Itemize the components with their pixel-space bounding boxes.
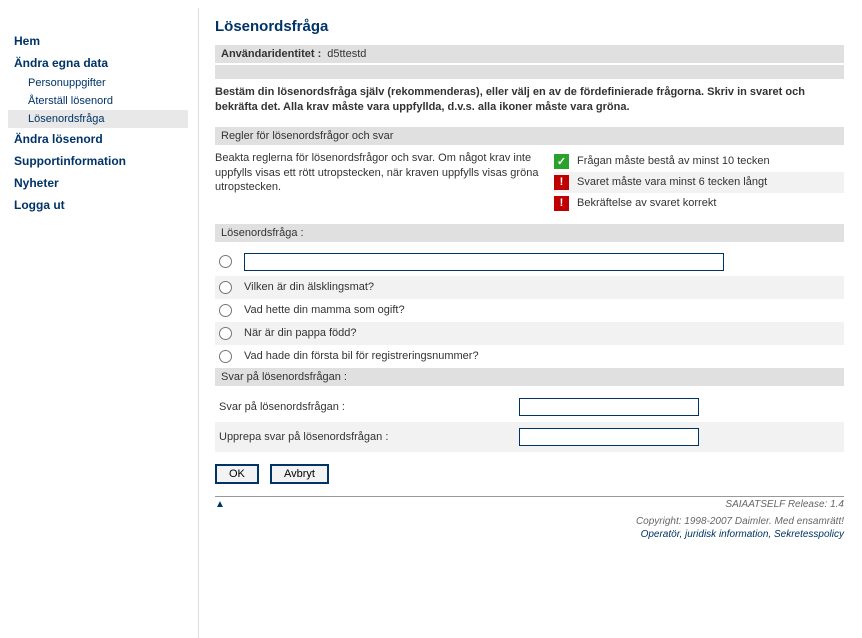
rules-description: Beakta reglerna för lösenordsfrågor och … xyxy=(215,151,540,214)
sidebar: Hem Ändra egna data Personuppgifter Åter… xyxy=(8,8,198,638)
nav-password-question[interactable]: Lösenordsfråga xyxy=(8,110,188,128)
nav-reset-password[interactable]: Återställ lösenord xyxy=(8,92,188,110)
nav-personal-info[interactable]: Personuppgifter xyxy=(8,74,188,92)
radio-label-2: När är din pappa född? xyxy=(244,327,357,339)
radio-label-0: Vilken är din älsklingsmat? xyxy=(244,281,374,293)
rule-text-1: Svaret måste vara minst 6 tecken långt xyxy=(577,176,767,188)
radio-option-2[interactable] xyxy=(219,327,232,340)
release-text: SAIAATSELF Release: 1.4 xyxy=(725,499,844,510)
footer-links[interactable]: Operatör, juridisk information, Sekretes… xyxy=(641,529,844,540)
rules-list: ✓ Frågan måste bestå av minst 10 tecken … xyxy=(554,151,844,214)
radio-custom[interactable] xyxy=(219,255,232,268)
instructions-text: Bestäm din lösenordsfråga själv (rekomme… xyxy=(215,85,844,115)
question-option-3: Vad hade din första bil för registrering… xyxy=(215,345,844,368)
radio-option-1[interactable] xyxy=(219,304,232,317)
copyright-text: Copyright: 1998-2007 Daimler. Med ensamr… xyxy=(215,516,844,527)
radio-option-3[interactable] xyxy=(219,350,232,363)
spacer-bar xyxy=(215,65,844,79)
question-option-2: När är din pappa född? xyxy=(215,322,844,345)
radio-option-0[interactable] xyxy=(219,281,232,294)
footer: ▲ SAIAATSELF Release: 1.4 Copyright: 199… xyxy=(215,496,844,540)
answer-row: Svar på lösenordsfrågan : xyxy=(215,392,844,422)
rule-text-2: Bekräftelse av svaret korrekt xyxy=(577,197,716,209)
nav-news[interactable]: Nyheter xyxy=(8,172,188,194)
question-option-1: Vad hette din mamma som ogift? xyxy=(215,299,844,322)
answer-label: Svar på lösenordsfrågan : xyxy=(219,401,519,413)
radio-label-3: Vad hade din första bil för registrering… xyxy=(244,350,479,362)
alert-icon: ! xyxy=(554,175,569,190)
page-title: Lösenordsfråga xyxy=(215,18,844,35)
question-option-custom xyxy=(215,248,844,276)
rule-item-0: ✓ Frågan måste bestå av minst 10 tecken xyxy=(554,151,844,172)
custom-question-input[interactable] xyxy=(244,253,724,271)
answer-repeat-input[interactable] xyxy=(519,428,699,446)
nav-support-info[interactable]: Supportinformation xyxy=(8,150,188,172)
answer-input[interactable] xyxy=(519,398,699,416)
nav-home[interactable]: Hem xyxy=(8,30,188,52)
nav-edit-own-data[interactable]: Ändra egna data xyxy=(8,52,188,74)
alert-icon: ! xyxy=(554,196,569,211)
nav-change-password[interactable]: Ändra lösenord xyxy=(8,128,188,150)
user-identity-label: Användaridentitet : xyxy=(221,48,321,60)
ok-button[interactable]: OK xyxy=(215,464,259,484)
check-icon: ✓ xyxy=(554,154,569,169)
user-identity-value: d5ttestd xyxy=(327,48,366,60)
button-row: OK Avbryt xyxy=(215,464,844,484)
radio-label-1: Vad hette din mamma som ogift? xyxy=(244,304,405,316)
nav-logout[interactable]: Logga ut xyxy=(8,194,188,216)
cancel-button[interactable]: Avbryt xyxy=(270,464,329,484)
main-content: Lösenordsfråga Användaridentitet : d5tte… xyxy=(198,8,862,638)
user-identity-row: Användaridentitet : d5ttestd xyxy=(215,45,844,63)
rule-item-1: ! Svaret måste vara minst 6 tecken långt xyxy=(554,172,844,193)
answer-repeat-row: Upprepa svar på lösenordsfrågan : xyxy=(215,422,844,452)
question-header: Lösenordsfråga : xyxy=(215,224,844,242)
collapse-icon[interactable]: ▲ xyxy=(215,499,225,510)
question-option-0: Vilken är din älsklingsmat? xyxy=(215,276,844,299)
rules-header: Regler för lösenordsfrågor och svar xyxy=(215,127,844,145)
answer-repeat-label: Upprepa svar på lösenordsfrågan : xyxy=(219,431,519,443)
answer-header: Svar på lösenordsfrågan : xyxy=(215,368,844,386)
rule-item-2: ! Bekräftelse av svaret korrekt xyxy=(554,193,844,214)
rule-text-0: Frågan måste bestå av minst 10 tecken xyxy=(577,155,770,167)
